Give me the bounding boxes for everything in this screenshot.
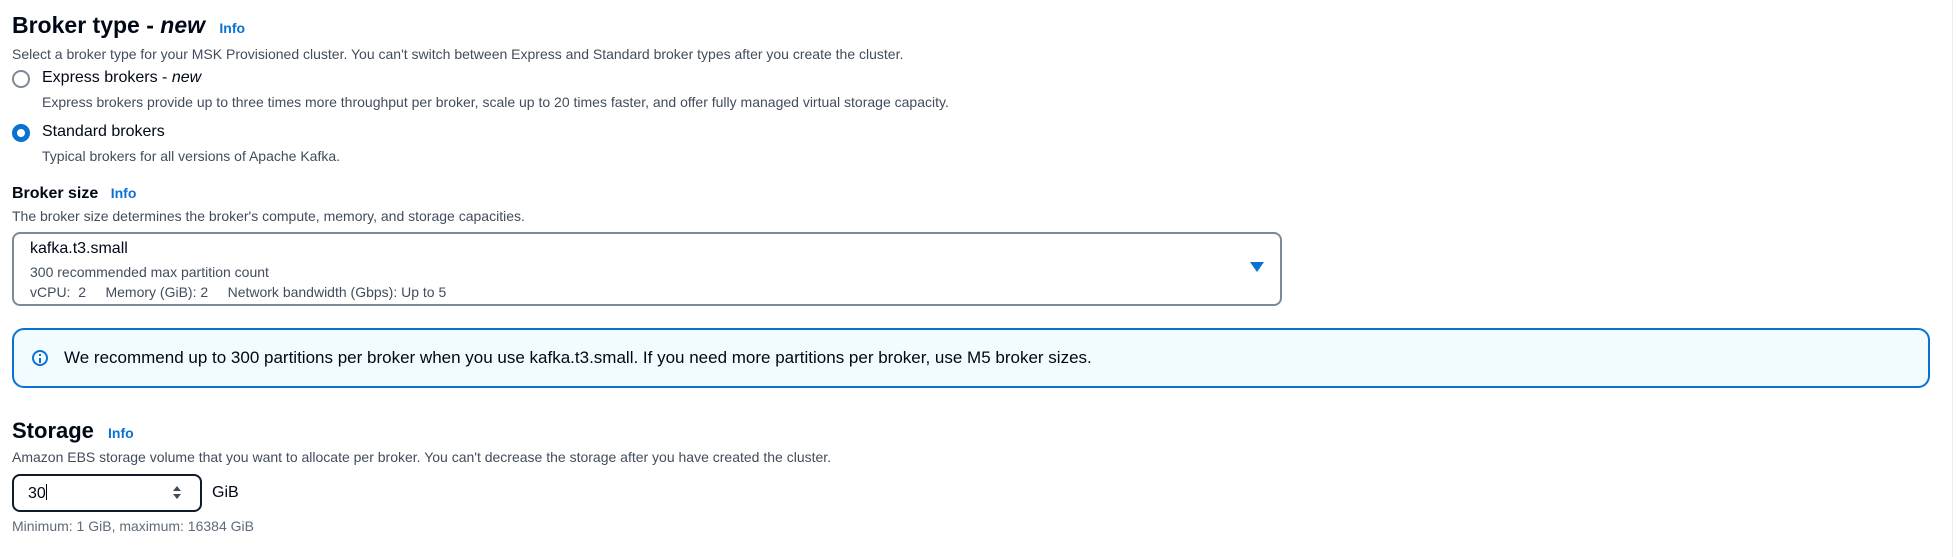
broker-size-partition-note: 300 recommended max partition count — [30, 264, 269, 280]
express-brokers-label[interactable]: Express brokers - new — [42, 69, 201, 87]
broker-type-heading: Broker type - new Info — [12, 12, 245, 39]
broker-type-title: Broker type - — [12, 12, 161, 38]
standard-brokers-label[interactable]: Standard brokers — [42, 123, 165, 141]
express-brokers-new-tag: new — [171, 69, 202, 86]
storage-info-link[interactable]: Info — [108, 425, 134, 441]
storage-constraint-text: Minimum: 1 GiB, maximum: 16384 GiB — [12, 518, 254, 534]
storage-value-text: 30 — [28, 485, 46, 502]
stepper-down-icon[interactable] — [173, 494, 181, 499]
broker-type-info-link[interactable]: Info — [219, 20, 245, 36]
info-icon — [32, 350, 48, 366]
broker-size-specs: vCPU: 2 Memory (GiB): 2 Network bandwidt… — [30, 284, 447, 300]
alert-message: We recommend up to 300 partitions per br… — [64, 348, 1092, 367]
broker-size-label: Broker size — [12, 185, 99, 202]
broker-type-new-tag: new — [160, 12, 205, 38]
storage-heading: Storage Info — [12, 418, 134, 444]
stepper-icon[interactable] — [172, 486, 182, 500]
caret-down-icon[interactable] — [1250, 262, 1264, 272]
panel-border — [1952, 0, 1953, 557]
broker-size-heading: Broker size Info — [12, 185, 136, 203]
broker-size-selected-value: kafka.t3.small — [30, 240, 128, 257]
storage-unit-label: GiB — [212, 484, 239, 501]
storage-title: Storage — [12, 418, 94, 443]
express-brokers-description: Express brokers provide up to three time… — [42, 94, 949, 110]
standard-brokers-radio[interactable] — [12, 124, 30, 142]
storage-input[interactable]: 30 — [12, 474, 202, 512]
standard-brokers-description: Typical brokers for all versions of Apac… — [42, 148, 341, 164]
broker-size-info-link[interactable]: Info — [111, 185, 137, 201]
broker-settings-panel: Broker type - new Info Select a broker t… — [0, 0, 1956, 557]
express-brokers-radio[interactable] — [12, 70, 30, 88]
broker-type-description: Select a broker type for your MSK Provis… — [12, 46, 904, 62]
text-cursor — [45, 484, 47, 500]
broker-size-select[interactable]: kafka.t3.small 300 recommended max parti… — [12, 232, 1282, 306]
broker-size-description: The broker size determines the broker's … — [12, 208, 525, 224]
storage-description: Amazon EBS storage volume that you want … — [12, 449, 832, 465]
partition-info-alert: We recommend up to 300 partitions per br… — [12, 328, 1930, 388]
stepper-up-icon[interactable] — [173, 486, 181, 491]
storage-input-value: 30 — [28, 484, 47, 503]
express-brokers-label-text: Express brokers - — [42, 69, 172, 86]
